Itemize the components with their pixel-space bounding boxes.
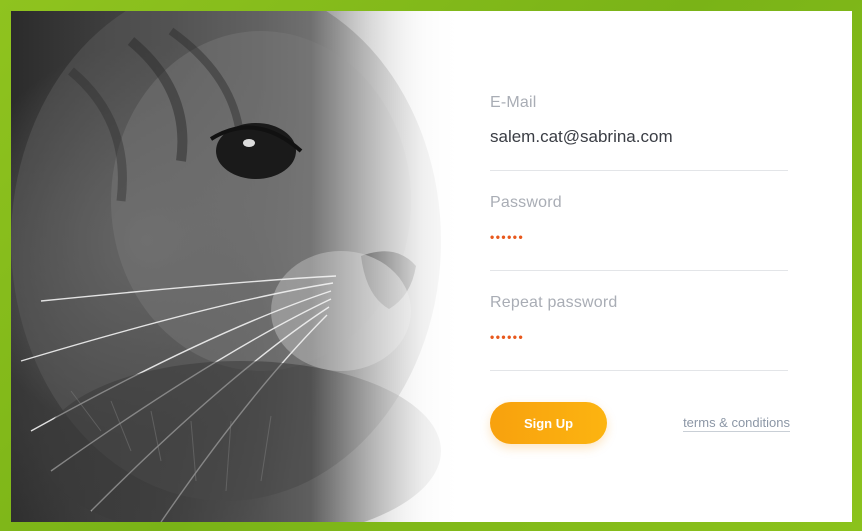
signup-form: E-Mail Password •••••• Repeat password •… (490, 91, 790, 452)
repeat-password-label: Repeat password (490, 294, 618, 311)
form-actions: Sign Up terms & conditions (490, 402, 790, 452)
password-underline (490, 270, 788, 271)
photo-fade (311, 11, 461, 522)
email-field-group: E-Mail (490, 94, 790, 191)
email-underline (490, 170, 788, 171)
signup-button[interactable]: Sign Up (490, 402, 607, 444)
password-label: Password (490, 194, 562, 211)
email-field[interactable] (490, 126, 788, 148)
signup-card: E-Mail Password •••••• Repeat password •… (11, 11, 852, 522)
email-label: E-Mail (490, 94, 537, 111)
terms-link[interactable]: terms & conditions (683, 415, 790, 432)
repeat-password-field-group: Repeat password •••••• (490, 294, 790, 391)
repeat-password-underline (490, 370, 788, 371)
cat-photo (11, 11, 461, 522)
password-field[interactable]: •••••• (490, 230, 790, 248)
repeat-password-field[interactable]: •••••• (490, 330, 790, 348)
password-field-group: Password •••••• (490, 194, 790, 291)
